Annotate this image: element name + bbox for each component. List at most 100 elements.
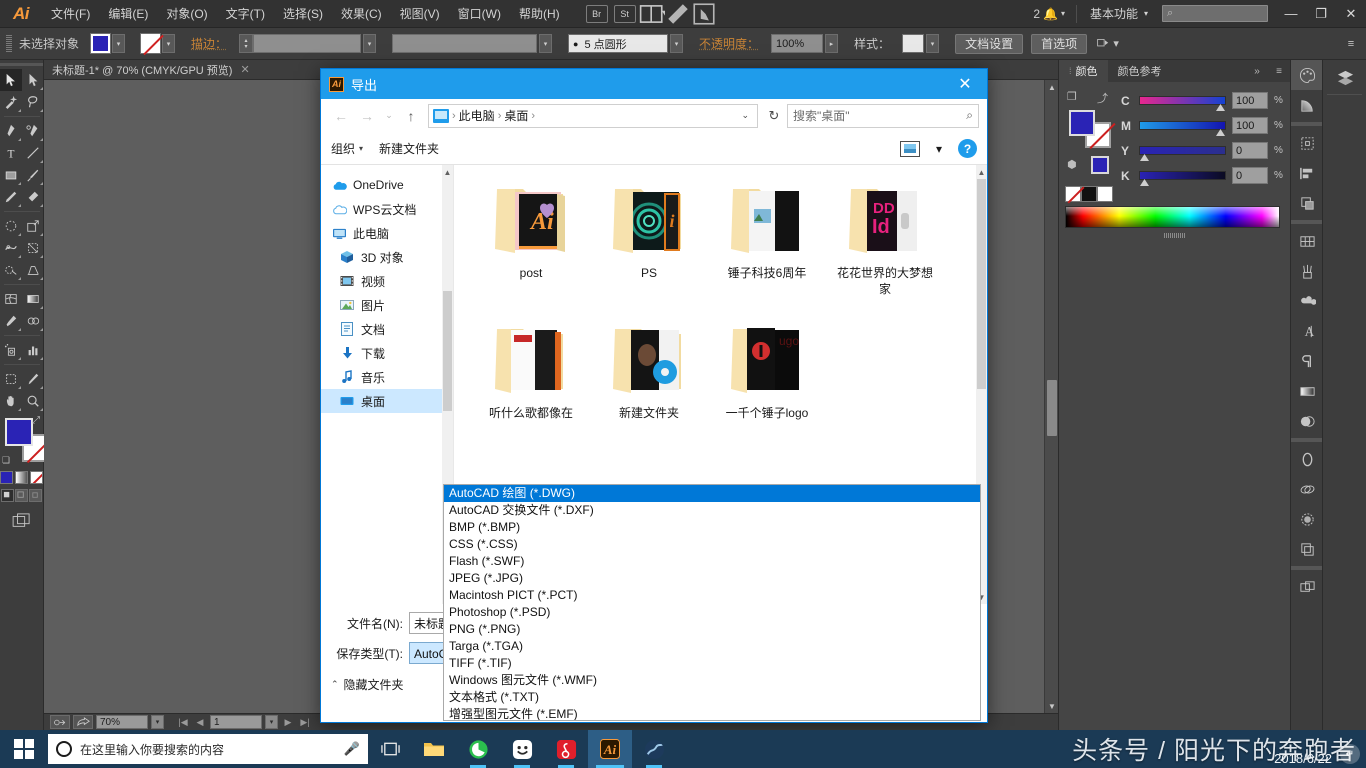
zoom-level-field[interactable]: 70% <box>96 715 148 729</box>
rail-grip-1[interactable] <box>1291 120 1322 128</box>
white-color-button[interactable] <box>1097 186 1113 202</box>
fill-color-control[interactable]: ▾ <box>91 34 133 53</box>
magic-wand-tool[interactable] <box>0 91 22 113</box>
fill-stroke-proxy-icon[interactable]: ❐ <box>1067 90 1077 103</box>
prev-artboard-icon[interactable]: ◀ <box>193 715 207 729</box>
dropdown-option[interactable]: BMP (*.BMP) <box>444 519 980 536</box>
dialog-search-input[interactable]: 搜索"桌面" ⌕ <box>787 104 979 128</box>
blend-tool[interactable] <box>22 310 44 332</box>
gradient-panel-icon[interactable] <box>1291 376 1323 406</box>
brushes-panel-icon[interactable] <box>1291 256 1323 286</box>
netease-music-button[interactable] <box>544 730 588 768</box>
view-options-caret[interactable]: ▾ <box>936 142 942 156</box>
forward-button[interactable]: → <box>355 103 379 129</box>
sidebar-item-videos[interactable]: 视频 <box>321 269 443 293</box>
align-panel-icon[interactable] <box>1291 158 1323 188</box>
new-folder-button[interactable]: 新建文件夹 <box>379 140 439 157</box>
pathfinder-panel-icon[interactable] <box>1291 188 1323 218</box>
qq-button[interactable] <box>500 730 544 768</box>
artboard-number-field[interactable]: 1 <box>210 715 262 729</box>
taskbar-search-input[interactable]: 在这里输入你要搜索的内容 🎤 <box>48 734 368 764</box>
sidebar-item-wps[interactable]: WPS云文档 <box>321 197 443 221</box>
slider-thumb-m[interactable] <box>1216 129 1225 136</box>
dropdown-option[interactable]: Targa (*.TGA) <box>444 638 980 655</box>
scroll-down-icon[interactable]: ▼ <box>1045 699 1059 713</box>
slider-track-m[interactable] <box>1139 121 1226 130</box>
pen-cursor-icon[interactable] <box>665 0 691 28</box>
sidebar-item-desktop[interactable]: 桌面 <box>321 389 443 413</box>
sidebar-item-onedrive[interactable]: OneDrive <box>321 173 443 197</box>
scroll-up-icon[interactable]: ▲ <box>976 165 987 179</box>
first-artboard-icon[interactable]: |◀ <box>176 715 190 729</box>
canvas-vertical-scrollbar[interactable]: ▲ ▼ <box>1044 80 1058 713</box>
channel-value-y[interactable]: 0 <box>1232 142 1268 159</box>
control-panel-menu-icon[interactable]: ≡ <box>1344 34 1358 54</box>
rail-grip-2[interactable] <box>1291 218 1322 226</box>
channel-value-m[interactable]: 100 <box>1232 117 1268 134</box>
none-fill-button[interactable] <box>30 471 43 484</box>
stroke-color-control[interactable]: ▾ <box>141 34 183 53</box>
stroke-profile-field[interactable] <box>392 34 537 53</box>
chevron-down-icon[interactable]: ▾ <box>926 34 939 53</box>
scrollbar-thumb[interactable] <box>977 179 986 389</box>
next-artboard-icon[interactable]: ▶ <box>281 715 295 729</box>
dropdown-option[interactable]: TIFF (*.TIF) <box>444 655 980 672</box>
slider-track-y[interactable] <box>1139 146 1226 155</box>
menu-effect[interactable]: 效果(C) <box>332 0 391 28</box>
scroll-up-icon[interactable]: ▲ <box>442 165 453 179</box>
color-spectrum-ramp[interactable] <box>1065 206 1280 228</box>
type-tool[interactable]: T <box>0 142 22 164</box>
close-button[interactable]: ✕ <box>1336 0 1366 28</box>
zoom-dropdown-icon[interactable]: ▾ <box>151 715 164 729</box>
dialog-title-bar[interactable]: Ai 导出 ✕ <box>321 69 987 99</box>
none-color-button[interactable] <box>1065 186 1081 202</box>
dropdown-option[interactable]: Windows 图元文件 (*.WMF) <box>444 672 980 689</box>
color-cube-icon[interactable]: ⬢ <box>1067 158 1077 171</box>
dropdown-option[interactable]: Photoshop (*.PSD) <box>444 604 980 621</box>
symbol-sprayer-tool[interactable] <box>0 339 22 361</box>
rail-grip-3[interactable] <box>1291 436 1322 444</box>
slice-tool[interactable] <box>22 368 44 390</box>
rotate-tool[interactable] <box>0 215 22 237</box>
appearance-panel-icon[interactable] <box>1291 444 1323 474</box>
dropdown-option[interactable]: JPEG (*.JPG) <box>444 570 980 587</box>
scrollbar-thumb[interactable] <box>443 291 452 411</box>
draw-normal-button[interactable] <box>1 489 14 502</box>
opacity-label[interactable]: 不透明度： <box>699 35 759 52</box>
swap-fill-stroke-icon[interactable]: ⤢ <box>32 415 40 426</box>
stepper-arrows-icon[interactable]: ▴▾ <box>239 34 253 53</box>
change-screen-mode-icon[interactable] <box>12 513 32 532</box>
dropdown-option[interactable]: AutoCAD 绘图 (*.DWG) <box>444 485 980 502</box>
breadcrumb-item-0[interactable]: 此电脑 <box>459 107 495 124</box>
free-transform-tool[interactable] <box>22 237 44 259</box>
breadcrumb-item-1[interactable]: 桌面 <box>504 107 528 124</box>
chevron-down-icon[interactable]: ▾ <box>162 34 175 53</box>
stock-button[interactable]: St <box>614 5 636 23</box>
menu-help[interactable]: 帮助(H) <box>510 0 569 28</box>
artboard-dropdown-icon[interactable]: ▾ <box>265 715 278 729</box>
show-desktop-icon[interactable]: ↵ <box>1340 744 1360 764</box>
collapse-panel-icon[interactable]: » <box>1246 60 1268 82</box>
menu-view[interactable]: 视图(V) <box>391 0 449 28</box>
eraser-tool[interactable] <box>22 186 44 208</box>
arrange-documents-icon[interactable] <box>639 0 665 28</box>
minimize-button[interactable]: — <box>1276 0 1306 28</box>
zoom-tool[interactable] <box>22 390 44 412</box>
hide-folders-button[interactable]: ⌃ 隐藏文件夹 <box>331 676 404 693</box>
stroke-weight-control[interactable]: ▴▾ ▾ <box>239 34 384 53</box>
eyedropper-tool[interactable] <box>0 310 22 332</box>
brush-definition-control[interactable]: ● 5 点圆形 ▾ <box>568 34 691 53</box>
width-tool[interactable] <box>0 237 22 259</box>
dropdown-option[interactable]: Macintosh PICT (*.PCT) <box>444 587 980 604</box>
symbols-panel-icon[interactable] <box>1291 286 1323 316</box>
tool-fill-swatch[interactable] <box>5 418 33 446</box>
chevron-down-icon[interactable]: ▾ <box>539 34 552 53</box>
file-item[interactable]: i PS <box>590 175 708 315</box>
notifications-button[interactable]: 2 🔔 ▾ <box>1033 7 1069 21</box>
pencil-tool[interactable] <box>0 186 22 208</box>
panel-fill-swatch[interactable] <box>1069 110 1095 136</box>
sidebar-item-this-pc[interactable]: 此电脑 <box>321 221 443 245</box>
sidebar-item-downloads[interactable]: 下载 <box>321 341 443 365</box>
lasso-tool[interactable] <box>22 91 44 113</box>
draw-inside-button[interactable] <box>29 489 42 502</box>
